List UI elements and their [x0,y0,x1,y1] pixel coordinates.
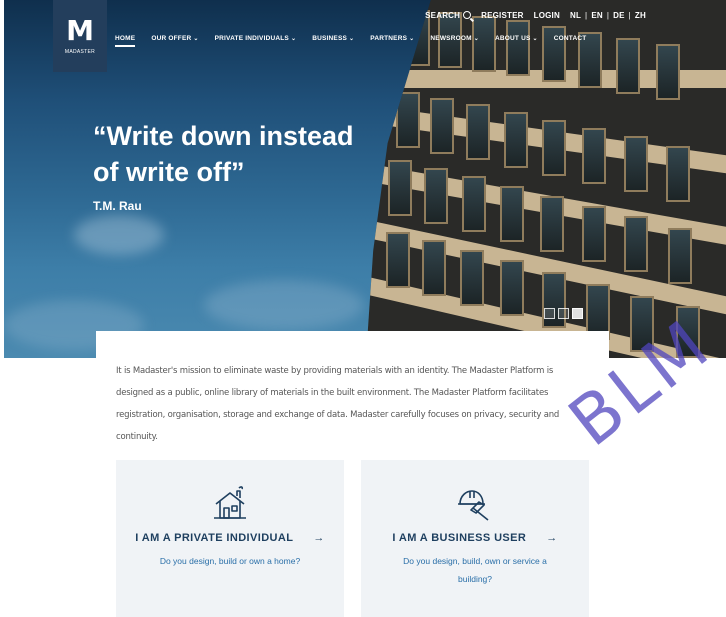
nav-partners[interactable]: PARTNERS ⌄ [370,35,414,42]
nav-our-offer[interactable]: OUR OFFER ⌄ [151,35,198,42]
search-icon [463,11,472,19]
lang-de[interactable]: DE [613,11,625,20]
logo-text: MADASTER [64,49,96,55]
madaster-logo[interactable]: M MADASTER [53,0,107,72]
chevron-down-icon: ⌄ [473,36,479,42]
cloud [204,280,364,330]
login-link[interactable]: LOGIN [534,11,560,20]
lang-nl[interactable]: NL [570,11,581,20]
utility-nav: SEARCH REGISTER LOGIN NL | EN | DE | ZH [425,11,646,20]
chevron-down-icon: ⌄ [409,36,415,42]
slider-dot-1[interactable] [544,308,555,319]
hero-banner: “Write down instead of write off” T.M. R… [4,0,726,358]
nav-label: BUSINESS [312,35,348,42]
lang-separator: | [606,11,610,20]
nav-label: PRIVATE INDIVIDUALS [214,35,289,42]
house-icon [214,486,246,519]
nav-home[interactable]: HOME [115,35,136,47]
nav-label: HOME [115,35,136,42]
main-nav: HOME OUR OFFER ⌄ PRIVATE INDIVIDUALS ⌄ BUS… [115,35,587,47]
language-switcher: NL | EN | DE | ZH [570,11,646,20]
search-link[interactable]: SEARCH [425,11,472,20]
helmet-hammer-icon [458,490,489,521]
lang-separator: | [628,11,631,20]
nav-label: OUR OFFER [151,35,192,42]
chevron-down-icon: ⌄ [532,36,538,42]
nav-about-us[interactable]: ABOUT US ⌄ [495,35,538,42]
slider-dot-3[interactable] [572,308,583,319]
chevron-down-icon: ⌄ [290,36,297,42]
hero-quote: “Write down instead of write off” [93,121,354,187]
business-card-title: I AM A BUSINESS USER → [392,532,557,544]
arrow-right-icon: → [313,532,325,544]
arrow-right-icon: → [546,532,558,544]
nav-business[interactable]: BUSINESS ⌄ [312,35,354,42]
nav-label: ABOUT US [494,35,531,42]
lang-zh[interactable]: ZH [635,11,646,20]
business-card-title-text: I AM A BUSINESS USER [392,532,527,544]
nav-newsroom[interactable]: NEWSROOM ⌄ [430,35,479,42]
business-user-card[interactable]: I AM A BUSINESS USER → Do you design, bu… [361,460,589,617]
chevron-down-icon: ⌄ [349,36,355,42]
private-card-title-text: I AM A PRIVATE INDIVIDUAL [135,532,294,544]
lang-separator: | [585,11,588,20]
nav-label: PARTNERS [370,35,408,42]
hero-quote-author: T.M. Rau [93,199,142,213]
register-link[interactable]: REGISTER [481,11,524,20]
business-card-description: Do you design, build, own or service a b… [403,556,547,584]
private-individual-card[interactable]: I AM A PRIVATE INDIVIDUAL → Do you desig… [116,460,344,617]
slider-dot-2[interactable] [558,308,569,319]
search-label: SEARCH [425,11,461,20]
logo-mark: M [66,14,94,47]
nav-private-individuals[interactable]: PRIVATE INDIVIDUALS ⌄ [215,35,297,42]
cloud [74,215,164,255]
slider-dots [544,308,583,319]
lang-en[interactable]: EN [591,11,603,20]
nav-contact[interactable]: CONTACT [554,35,587,42]
mission-text: It is Madaster's mission to eliminate wa… [116,366,560,442]
nav-label: NEWSROOM [430,35,472,42]
chevron-down-icon: ⌄ [193,36,199,42]
private-card-title: I AM A PRIVATE INDIVIDUAL → [135,532,325,544]
nav-label: CONTACT [553,35,587,42]
private-card-description: Do you design, build or own a home? [159,556,301,566]
building-image [366,0,726,358]
